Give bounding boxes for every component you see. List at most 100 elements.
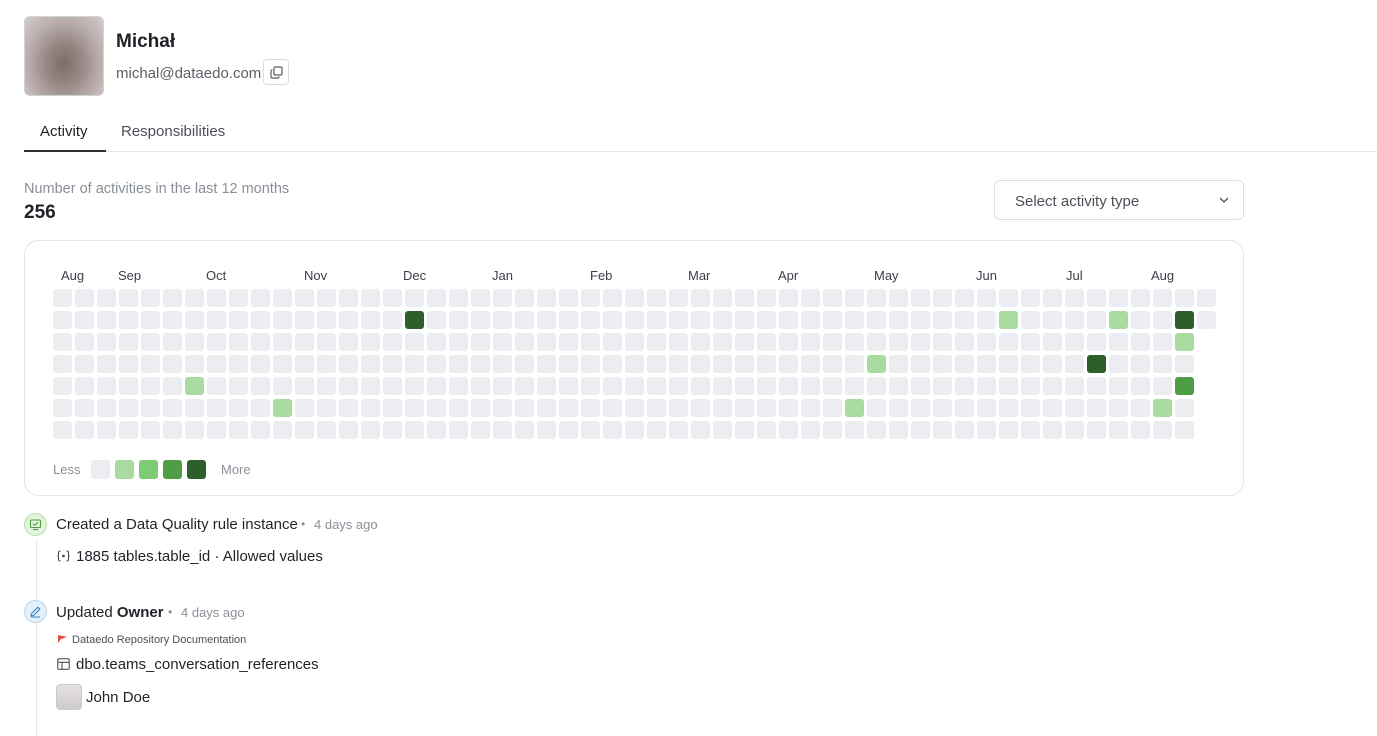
heatmap-cell[interactable] bbox=[75, 355, 94, 373]
heatmap-cell[interactable] bbox=[273, 355, 292, 373]
heatmap-cell[interactable] bbox=[405, 355, 424, 373]
heatmap-cell[interactable] bbox=[603, 355, 622, 373]
heatmap-cell[interactable] bbox=[1021, 377, 1040, 395]
heatmap-cell[interactable] bbox=[295, 421, 314, 439]
heatmap-cell[interactable] bbox=[251, 377, 270, 395]
heatmap-cell[interactable] bbox=[999, 421, 1018, 439]
heatmap-cell[interactable] bbox=[53, 333, 72, 351]
heatmap-cell[interactable] bbox=[493, 355, 512, 373]
heatmap-cell[interactable] bbox=[669, 377, 688, 395]
heatmap-cell[interactable] bbox=[405, 311, 424, 329]
heatmap-cell[interactable] bbox=[449, 421, 468, 439]
heatmap-cell[interactable] bbox=[691, 333, 710, 351]
heatmap-cell[interactable] bbox=[1021, 289, 1040, 307]
heatmap-cell[interactable] bbox=[1109, 333, 1128, 351]
heatmap-cell[interactable] bbox=[405, 333, 424, 351]
heatmap-cell[interactable] bbox=[669, 311, 688, 329]
heatmap-cell[interactable] bbox=[1087, 311, 1106, 329]
heatmap-cell[interactable] bbox=[295, 399, 314, 417]
heatmap-cell[interactable] bbox=[493, 289, 512, 307]
heatmap-cell[interactable] bbox=[537, 399, 556, 417]
heatmap-cell[interactable] bbox=[163, 355, 182, 373]
heatmap-cell[interactable] bbox=[251, 399, 270, 417]
heatmap-cell[interactable] bbox=[97, 333, 116, 351]
heatmap-cell[interactable] bbox=[713, 311, 732, 329]
heatmap-cell[interactable] bbox=[1043, 355, 1062, 373]
heatmap-cell[interactable] bbox=[317, 377, 336, 395]
heatmap-cell[interactable] bbox=[339, 311, 358, 329]
heatmap-cell[interactable] bbox=[581, 399, 600, 417]
heatmap-cell[interactable] bbox=[559, 399, 578, 417]
user-name-link[interactable]: John Doe bbox=[86, 689, 150, 706]
heatmap-cell[interactable] bbox=[977, 289, 996, 307]
heatmap-cell[interactable] bbox=[97, 421, 116, 439]
heatmap-cell[interactable] bbox=[845, 311, 864, 329]
heatmap-cell[interactable] bbox=[339, 355, 358, 373]
heatmap-cell[interactable] bbox=[779, 355, 798, 373]
heatmap-cell[interactable] bbox=[735, 311, 754, 329]
heatmap-cell[interactable] bbox=[383, 333, 402, 351]
heatmap-cell[interactable] bbox=[1109, 421, 1128, 439]
heatmap-cell[interactable] bbox=[757, 377, 776, 395]
heatmap-cell[interactable] bbox=[163, 399, 182, 417]
heatmap-cell[interactable] bbox=[757, 311, 776, 329]
heatmap-cell[interactable] bbox=[471, 399, 490, 417]
heatmap-cell[interactable] bbox=[471, 377, 490, 395]
heatmap-cell[interactable] bbox=[933, 333, 952, 351]
heatmap-cell[interactable] bbox=[757, 421, 776, 439]
heatmap-cell[interactable] bbox=[691, 355, 710, 373]
heatmap-cell[interactable] bbox=[97, 355, 116, 373]
heatmap-cell[interactable] bbox=[889, 377, 908, 395]
heatmap-cell[interactable] bbox=[977, 377, 996, 395]
heatmap-cell[interactable] bbox=[1043, 421, 1062, 439]
heatmap-cell[interactable] bbox=[317, 311, 336, 329]
heatmap-cell[interactable] bbox=[141, 333, 160, 351]
heatmap-cell[interactable] bbox=[999, 355, 1018, 373]
heatmap-cell[interactable] bbox=[361, 333, 380, 351]
heatmap-cell[interactable] bbox=[471, 355, 490, 373]
heatmap-cell[interactable] bbox=[911, 311, 930, 329]
heatmap-cell[interactable] bbox=[53, 377, 72, 395]
heatmap-cell[interactable] bbox=[1065, 333, 1084, 351]
heatmap-cell[interactable] bbox=[933, 289, 952, 307]
heatmap-cell[interactable] bbox=[801, 377, 820, 395]
heatmap-cell[interactable] bbox=[801, 333, 820, 351]
heatmap-cell[interactable] bbox=[735, 421, 754, 439]
heatmap-cell[interactable] bbox=[911, 289, 930, 307]
heatmap-cell[interactable] bbox=[361, 421, 380, 439]
heatmap-cell[interactable] bbox=[273, 399, 292, 417]
heatmap-cell[interactable] bbox=[625, 311, 644, 329]
heatmap-cell[interactable] bbox=[581, 289, 600, 307]
heatmap-cell[interactable] bbox=[427, 377, 446, 395]
heatmap-cell[interactable] bbox=[251, 355, 270, 373]
heatmap-cell[interactable] bbox=[75, 377, 94, 395]
heatmap-cell[interactable] bbox=[823, 289, 842, 307]
heatmap-cell[interactable] bbox=[625, 333, 644, 351]
heatmap-cell[interactable] bbox=[251, 333, 270, 351]
heatmap-cell[interactable] bbox=[581, 377, 600, 395]
heatmap-cell[interactable] bbox=[471, 289, 490, 307]
heatmap-cell[interactable] bbox=[823, 333, 842, 351]
heatmap-cell[interactable] bbox=[559, 311, 578, 329]
heatmap-cell[interactable] bbox=[427, 355, 446, 373]
heatmap-cell[interactable] bbox=[559, 421, 578, 439]
heatmap-cell[interactable] bbox=[933, 377, 952, 395]
heatmap-cell[interactable] bbox=[493, 311, 512, 329]
heatmap-cell[interactable] bbox=[471, 421, 490, 439]
heatmap-cell[interactable] bbox=[493, 377, 512, 395]
heatmap-cell[interactable] bbox=[779, 377, 798, 395]
heatmap-cell[interactable] bbox=[1087, 377, 1106, 395]
heatmap-cell[interactable] bbox=[119, 355, 138, 373]
heatmap-cell[interactable] bbox=[757, 355, 776, 373]
heatmap-cell[interactable] bbox=[691, 399, 710, 417]
heatmap-cell[interactable] bbox=[185, 421, 204, 439]
heatmap-cell[interactable] bbox=[735, 377, 754, 395]
heatmap-cell[interactable] bbox=[273, 421, 292, 439]
heatmap-cell[interactable] bbox=[713, 333, 732, 351]
heatmap-cell[interactable] bbox=[955, 311, 974, 329]
heatmap-cell[interactable] bbox=[141, 289, 160, 307]
heatmap-cell[interactable] bbox=[75, 333, 94, 351]
heatmap-cell[interactable] bbox=[977, 421, 996, 439]
heatmap-cell[interactable] bbox=[823, 399, 842, 417]
heatmap-cell[interactable] bbox=[449, 333, 468, 351]
